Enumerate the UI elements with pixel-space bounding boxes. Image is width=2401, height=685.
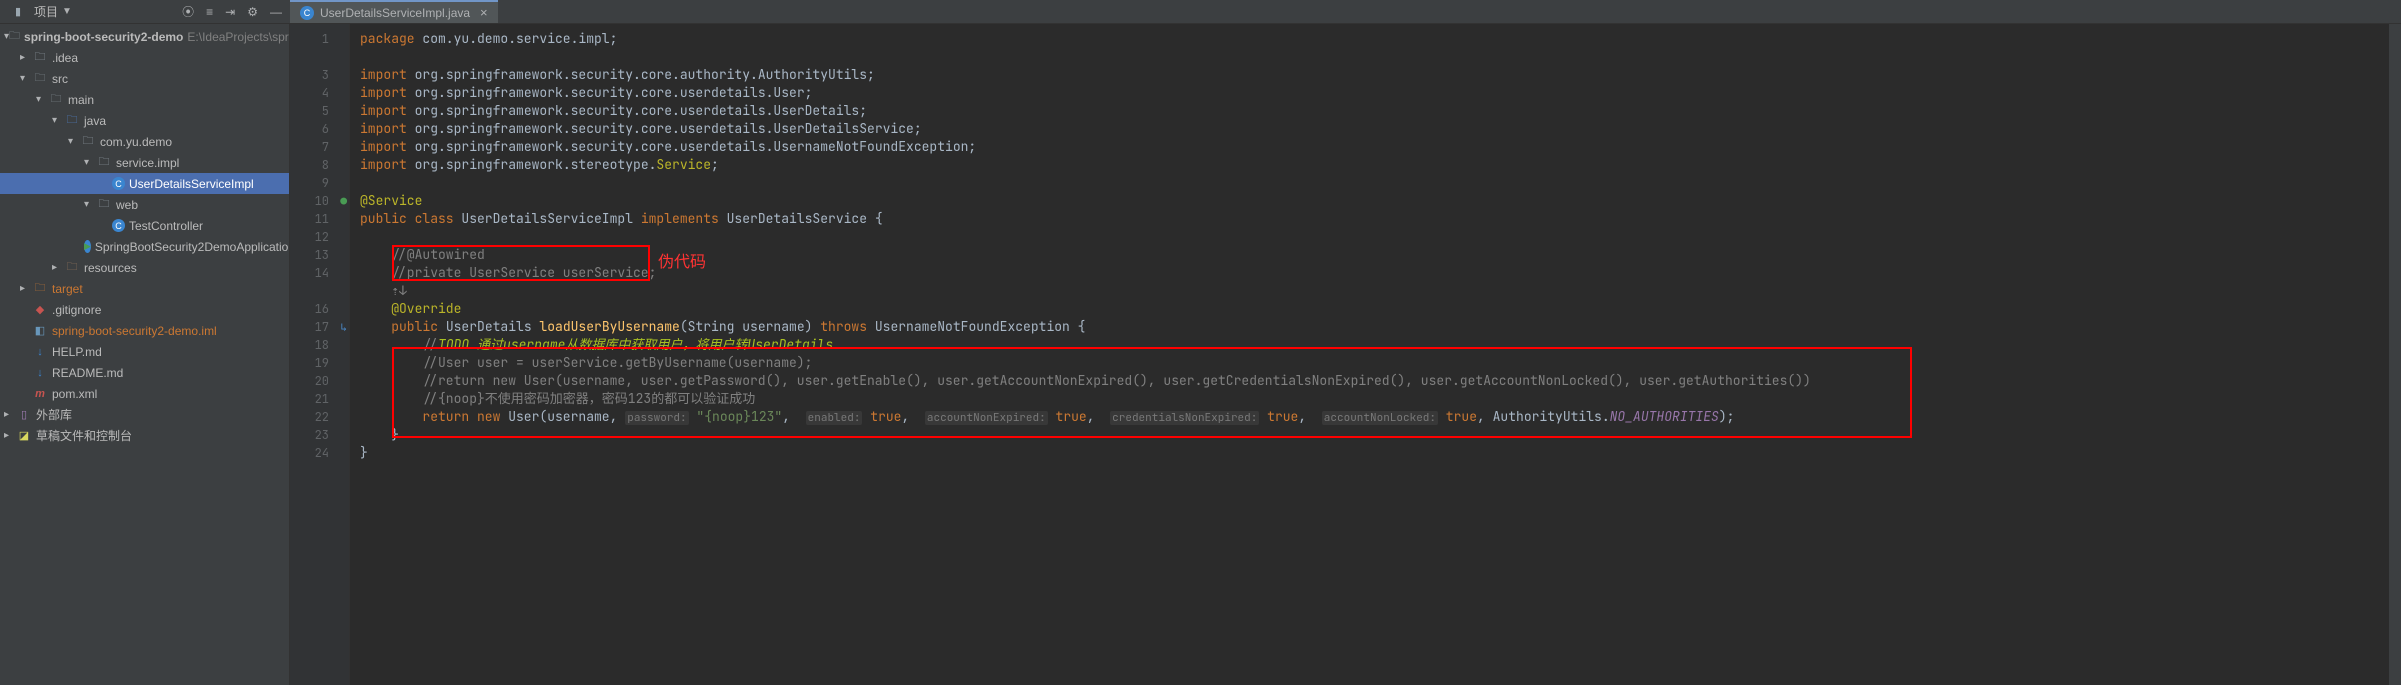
project-tool-icon[interactable]: ▮	[10, 4, 26, 20]
line-number: 9	[322, 175, 329, 191]
line-number: 19	[315, 355, 329, 371]
java-class-icon: C	[300, 6, 314, 20]
tree-web[interactable]: ▾🗀 web	[0, 194, 289, 215]
project-tree[interactable]: ▾🗀 spring-boot-security2-demo E:\IdeaPro…	[0, 24, 290, 685]
hide-icon[interactable]: —	[270, 5, 282, 19]
tree-item-label: 草稿文件和控制台	[36, 427, 132, 444]
tree-udsi[interactable]: C UserDetailsServiceImpl	[0, 173, 289, 194]
editor-tab-active[interactable]: C UserDetailsServiceImpl.java ×	[290, 0, 498, 23]
line-number: 7	[322, 139, 329, 155]
tree-service-impl[interactable]: ▾🗀 service.impl	[0, 152, 289, 173]
tree-main[interactable]: ▾🗀 main	[0, 89, 289, 110]
editor-area: 1 3 4 5 6 7 8 9 10 ● 11 12 13 14 16 17 ↳ 1…	[290, 24, 2401, 685]
tree-item-label: web	[116, 198, 138, 212]
tree-resources[interactable]: ▸🗀 resources	[0, 257, 289, 278]
tree-scratches[interactable]: ▸◪ 草稿文件和控制台	[0, 425, 289, 446]
runnable-class-icon: ▶	[84, 240, 91, 253]
tree-item-label: com.yu.demo	[100, 135, 172, 149]
tree-target[interactable]: ▸🗀 target	[0, 278, 289, 299]
tree-idea[interactable]: ▸🗀 .idea	[0, 47, 289, 68]
line-number: 10	[315, 193, 329, 209]
tree-item-label: README.md	[52, 366, 123, 380]
line-number: 20	[315, 373, 329, 389]
tree-item-label: .gitignore	[52, 303, 101, 317]
tree-root-path: E:\IdeaProjects\spring-bc	[187, 30, 290, 44]
tree-item-label: src	[52, 72, 68, 86]
tree-package[interactable]: ▾🗀 com.yu.demo	[0, 131, 289, 152]
tree-item-label: HELP.md	[52, 345, 102, 359]
tree-pom[interactable]: m pom.xml	[0, 383, 289, 404]
line-number: 21	[315, 391, 329, 407]
line-number: 8	[322, 157, 329, 173]
top-toolbar: ▮ 项目 ▼ ⦿ ≡ ⇥ ⚙ — C UserDetailsServiceImp…	[0, 0, 2401, 24]
tree-item-label: UserDetailsServiceImpl	[129, 177, 254, 191]
tree-tc[interactable]: C TestController	[0, 215, 289, 236]
line-number: 3	[322, 67, 329, 83]
main-area: ▾🗀 spring-boot-security2-demo E:\IdeaPro…	[0, 24, 2401, 685]
tree-item-label: main	[68, 93, 94, 107]
tree-gitignore[interactable]: ◆ .gitignore	[0, 299, 289, 320]
line-number: 22	[315, 409, 329, 425]
tree-item-label: pom.xml	[52, 387, 97, 401]
line-number: 12	[315, 229, 329, 245]
tree-readme[interactable]: ↓ README.md	[0, 362, 289, 383]
tree-java[interactable]: ▾🗀 java	[0, 110, 289, 131]
line-number: 17	[315, 319, 329, 335]
close-icon[interactable]: ×	[480, 5, 488, 20]
tree-item-label: 外部库	[36, 406, 72, 423]
editor-tab-bar: C UserDetailsServiceImpl.java ×	[290, 0, 498, 23]
tree-root[interactable]: ▾🗀 spring-boot-security2-demo E:\IdeaPro…	[0, 26, 289, 47]
code-editor[interactable]: package com.yu.demo.service.impl; import…	[350, 24, 2401, 685]
project-panel-title: 项目	[34, 3, 58, 20]
tree-item-label: target	[52, 282, 83, 296]
java-class-icon: C	[112, 177, 125, 190]
tree-help[interactable]: ↓ HELP.md	[0, 341, 289, 362]
tree-item-label: java	[84, 114, 106, 128]
line-number: 23	[315, 427, 329, 443]
line-number: 13	[315, 247, 329, 263]
line-number: 14	[315, 265, 329, 281]
tree-ext-lib[interactable]: ▸▯ 外部库	[0, 404, 289, 425]
run-gutter-icon[interactable]: ●	[340, 193, 347, 211]
line-number: 6	[322, 121, 329, 137]
tree-item-label: spring-boot-security2-demo.iml	[52, 324, 217, 338]
java-class-icon: C	[112, 219, 125, 232]
panel-action-icons: ⦿ ≡ ⇥ ⚙ —	[182, 3, 282, 20]
editor-gutter[interactable]: 1 3 4 5 6 7 8 9 10 ● 11 12 13 14 16 17 ↳ 1…	[290, 24, 350, 685]
collapse-inline-icon[interactable]: ⇡↓	[391, 282, 407, 299]
line-number: 16	[315, 301, 329, 317]
tab-filename: UserDetailsServiceImpl.java	[320, 6, 470, 20]
project-panel-header: ▮ 项目 ▼ ⦿ ≡ ⇥ ⚙ —	[0, 3, 290, 20]
collapse-icon[interactable]: ⇥	[225, 5, 235, 19]
dropdown-chevron-icon[interactable]: ▼	[62, 6, 72, 17]
tree-item-label: TestController	[129, 219, 203, 233]
override-gutter-icon[interactable]: ↳	[340, 319, 347, 337]
gear-icon[interactable]: ⚙	[247, 5, 258, 19]
locate-icon[interactable]: ⦿	[182, 3, 194, 20]
line-number: 1	[322, 31, 329, 47]
line-number: 18	[315, 337, 329, 353]
line-number: 11	[315, 211, 329, 227]
tree-app[interactable]: ▶ SpringBootSecurity2DemoApplication	[0, 236, 289, 257]
tree-item-label: service.impl	[116, 156, 179, 170]
tree-root-label: spring-boot-security2-demo	[24, 30, 183, 44]
tree-item-label: .idea	[52, 51, 78, 65]
tree-item-label: resources	[84, 261, 137, 275]
editor-scrollbar[interactable]	[2389, 24, 2401, 685]
sort-icon[interactable]: ≡	[206, 5, 213, 19]
line-number: 5	[322, 103, 329, 119]
tree-item-label: SpringBootSecurity2DemoApplication	[95, 240, 290, 254]
line-number: 4	[322, 85, 329, 101]
tree-src[interactable]: ▾🗀 src	[0, 68, 289, 89]
line-number: 24	[315, 445, 329, 461]
tree-iml[interactable]: ◧ spring-boot-security2-demo.iml	[0, 320, 289, 341]
